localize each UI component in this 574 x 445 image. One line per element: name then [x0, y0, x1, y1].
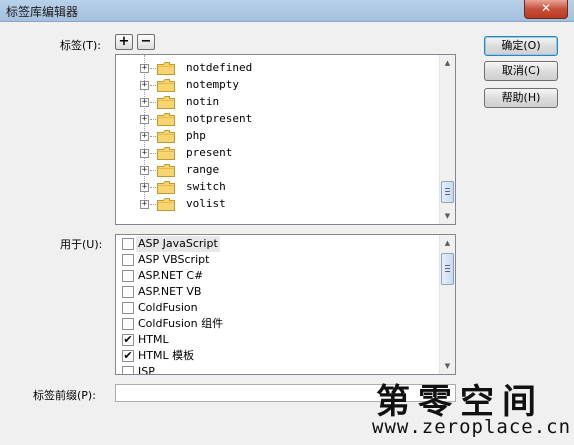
tag-tree-item[interactable]: + volist: [116, 196, 416, 213]
tag-tree-item[interactable]: + php: [116, 128, 416, 145]
used-in-item[interactable]: ColdFusion 组件: [116, 316, 436, 332]
close-icon: ✕: [540, 1, 552, 15]
tree-connector: [150, 170, 156, 171]
tree-connector: [150, 136, 156, 137]
tree-connector: [150, 85, 156, 86]
tag-tree-item[interactable]: + notempty: [116, 77, 416, 94]
help-button[interactable]: 帮助(H): [484, 88, 558, 108]
expand-icon[interactable]: +: [140, 64, 149, 73]
used-in-label-text: ASP.NET C#: [138, 269, 204, 282]
expand-icon[interactable]: +: [140, 149, 149, 158]
checkbox[interactable]: ✔: [122, 334, 134, 346]
used-in-label-text: JSP: [138, 365, 155, 375]
expand-icon[interactable]: +: [140, 115, 149, 124]
tag-tree-item[interactable]: + present: [116, 145, 416, 162]
checkbox[interactable]: ✔: [122, 350, 134, 362]
tag-tree-item[interactable]: + switch: [116, 179, 416, 196]
tags-label: 标签(T):: [60, 39, 102, 52]
remove-tag-button[interactable]: −: [137, 34, 155, 50]
tag-tree-scrollbar[interactable]: ▲ ▼: [439, 55, 455, 224]
expand-icon[interactable]: +: [140, 132, 149, 141]
cancel-button[interactable]: 取消(C): [484, 61, 558, 81]
folder-icon: [157, 96, 175, 109]
tag-name: notempty: [186, 78, 239, 91]
checkbox[interactable]: [122, 270, 134, 282]
tag-tree-item[interactable]: + range: [116, 162, 416, 179]
tag-tree-item[interactable]: + notpresent: [116, 111, 416, 128]
checkbox[interactable]: [122, 366, 134, 374]
checkbox[interactable]: [122, 238, 134, 250]
folder-icon: [157, 113, 175, 126]
tag-name: volist: [186, 197, 226, 210]
tag-name: notdefined: [186, 61, 253, 74]
title-bar: 标签库编辑器 ✕: [0, 0, 574, 22]
tree-connector: [150, 68, 156, 69]
used-in-item[interactable]: ✔ HTML: [116, 332, 436, 348]
folder-icon: [157, 181, 175, 194]
expand-icon[interactable]: +: [140, 98, 149, 107]
used-in-item[interactable]: ASP VBScript: [116, 252, 436, 268]
folder-icon: [157, 164, 175, 177]
scroll-down-arrow[interactable]: ▼: [440, 358, 455, 374]
used-in-label-text: HTML 模板: [138, 349, 195, 362]
folder-icon: [157, 147, 175, 160]
checkbox[interactable]: [122, 254, 134, 266]
minus-icon: −: [140, 34, 152, 49]
tree-connector: [150, 119, 156, 120]
used-in-list[interactable]: ASP JavaScript ASP VBScript ASP.NET C# ASP.…: [115, 234, 456, 375]
folder-icon: [157, 62, 175, 75]
scroll-thumb[interactable]: [441, 181, 454, 203]
tag-tree[interactable]: + notdefined + notempty + notin + notpresent + ph…: [115, 54, 456, 225]
used-in-scrollbar[interactable]: ▲ ▼: [439, 235, 455, 374]
used-in-item[interactable]: ASP.NET C#: [116, 268, 436, 284]
tag-name: switch: [186, 180, 226, 193]
checkbox[interactable]: [122, 302, 134, 314]
used-in-label-text: ColdFusion 组件: [138, 317, 224, 330]
scroll-up-arrow[interactable]: ▲: [440, 235, 455, 251]
watermark-url: www.zeroplace.cn: [372, 416, 572, 438]
used-in-item[interactable]: ASP JavaScript: [116, 236, 436, 252]
checkbox[interactable]: [122, 286, 134, 298]
add-tag-button[interactable]: +: [115, 34, 133, 50]
used-in-label-text: ASP JavaScript: [136, 236, 220, 252]
expand-icon[interactable]: +: [140, 183, 149, 192]
tag-tree-item[interactable]: + notdefined: [116, 60, 416, 77]
used-in-label-text: ASP VBScript: [138, 253, 210, 266]
tag-name: range: [186, 163, 220, 176]
ok-button[interactable]: 确定(O): [484, 36, 558, 56]
expand-icon[interactable]: +: [140, 166, 149, 175]
tree-connector: [150, 102, 156, 103]
used-in-label-text: ColdFusion: [138, 301, 198, 314]
folder-icon: [157, 198, 175, 211]
close-button[interactable]: ✕: [524, 0, 568, 19]
folder-icon: [157, 79, 175, 92]
used-in-item[interactable]: ASP.NET VB: [116, 284, 436, 300]
tag-tree-item[interactable]: + notin: [116, 94, 416, 111]
expand-icon[interactable]: +: [140, 200, 149, 209]
scroll-thumb[interactable]: [441, 253, 454, 285]
used-in-item[interactable]: ColdFusion: [116, 300, 436, 316]
scroll-down-arrow[interactable]: ▼: [440, 208, 455, 224]
tag-name: present: [186, 146, 233, 159]
expand-icon[interactable]: +: [140, 81, 149, 90]
window-title: 标签库编辑器: [6, 5, 79, 19]
watermark-logo: 第零空间 www.zeroplace.cn: [372, 374, 572, 442]
checkbox[interactable]: [122, 318, 134, 330]
plus-icon: +: [118, 34, 130, 49]
tree-connector: [150, 187, 156, 188]
used-in-label: 用于(U):: [60, 238, 103, 251]
tag-name: notin: [186, 95, 220, 108]
tree-connector: [150, 204, 156, 205]
used-in-label-text: ASP.NET VB: [138, 285, 202, 298]
prefix-label: 标签前缀(P):: [33, 389, 96, 402]
folder-icon: [157, 130, 175, 143]
tree-connector: [150, 153, 156, 154]
tag-name: notpresent: [186, 112, 253, 125]
tag-name: php: [186, 129, 206, 142]
scroll-up-arrow[interactable]: ▲: [440, 55, 455, 71]
used-in-label-text: HTML: [138, 333, 169, 346]
used-in-item[interactable]: ✔ HTML 模板: [116, 348, 436, 364]
